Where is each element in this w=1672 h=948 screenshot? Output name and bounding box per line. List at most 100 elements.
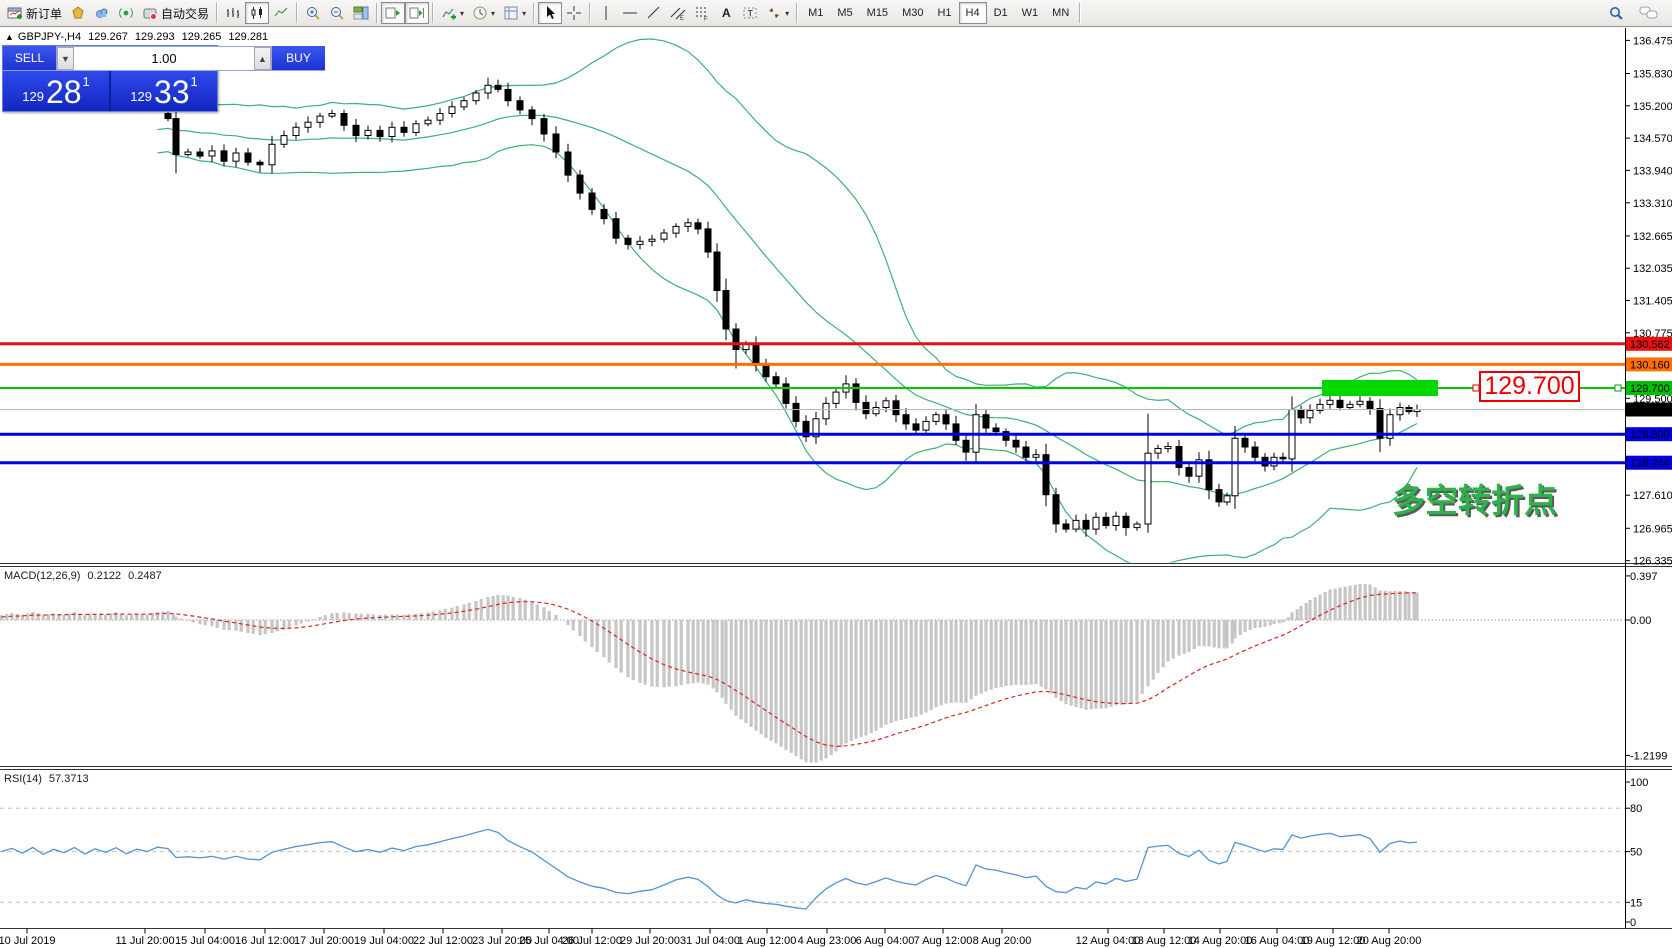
price-badge-label: 128.244 [1630, 458, 1670, 470]
rsi-value: 57.3713 [49, 773, 89, 785]
cursor-icon [542, 5, 558, 21]
fibonacci-button[interactable]: F [690, 2, 714, 24]
macd-scale-label: 0.00 [1630, 615, 1651, 627]
price-badge-label: 130.562 [1630, 339, 1670, 351]
line-anchor-marker[interactable] [1615, 385, 1621, 391]
zoom-in-icon [305, 5, 321, 21]
cursor-button[interactable] [538, 2, 562, 24]
crosshair-button[interactable] [562, 2, 586, 24]
channel-button[interactable]: E [666, 2, 690, 24]
signals-button[interactable] [114, 2, 138, 24]
search-button[interactable] [1603, 2, 1629, 24]
autotrading-button[interactable]: 自动交易 [138, 2, 213, 24]
timeframe-D1[interactable]: D1 [987, 2, 1015, 24]
timeframe-H4[interactable]: H4 [959, 2, 987, 24]
time-axis-label: 7 Aug 12:00 [914, 935, 973, 947]
sell-button[interactable]: SELL [3, 46, 56, 71]
price-axis-label: 133.310 [1633, 198, 1672, 210]
new-order-button[interactable]: 新订单 [3, 2, 66, 24]
symbol-info-line: ▲GBPJPY-,H4129.267129.293129.265129.281 [5, 31, 275, 43]
rsi-scale-label: 50 [1630, 847, 1642, 859]
price-badge-label: 129.281 [1630, 405, 1670, 417]
horizontal-line-button[interactable] [618, 2, 642, 24]
price-badge-label: 129.700 [1630, 383, 1670, 395]
templates-button[interactable]: ▾ [499, 2, 530, 24]
timeframe-MN[interactable]: MN [1045, 2, 1076, 24]
price-badge-label: 130.160 [1630, 359, 1670, 371]
sell-price[interactable]: 129281 [3, 71, 109, 111]
chart-shift-button[interactable] [405, 2, 429, 24]
ohlc-close: 129.281 [228, 31, 268, 43]
time-axis-label: 15 Jul 04:00 [175, 935, 235, 947]
one-click-trading-panel: SELL ▼ ▲ BUY 129281 129331 [2, 45, 218, 112]
volume-decrease-button[interactable]: ▼ [57, 47, 74, 70]
indicators-button[interactable]: ▾ [437, 2, 468, 24]
time-axis-label: 22 Jul 12:00 [413, 935, 473, 947]
dropdown-caret: ▾ [785, 9, 789, 18]
green-zone-rectangle[interactable] [1322, 380, 1438, 396]
time-axis-label: 11 Jul 20:00 [115, 935, 174, 947]
macd-scale-label: 0.397 [1630, 571, 1658, 583]
text-icon: A [718, 5, 734, 21]
timeframe-H1[interactable]: H1 [930, 2, 958, 24]
volume-input[interactable] [74, 47, 254, 70]
vertical-line-button[interactable] [594, 2, 618, 24]
bar-chart-button[interactable] [221, 2, 245, 24]
buy-button[interactable]: BUY [272, 46, 325, 71]
text-label-button[interactable]: T [738, 2, 762, 24]
price-axis-label: 127.610 [1633, 490, 1672, 502]
trendline-button[interactable] [642, 2, 666, 24]
timeframe-M5[interactable]: M5 [830, 2, 859, 24]
tile-windows-button[interactable] [349, 2, 373, 24]
autotrading-icon [142, 5, 158, 21]
chinese-annotation-text[interactable]: 多空转折点 [1392, 474, 1557, 522]
price-axis[interactable]: 136.475135.830135.200134.570133.940133.3… [1625, 35, 1672, 929]
rsi-scale-label: 0 [1630, 917, 1636, 929]
chat-button[interactable] [1635, 2, 1663, 24]
auto-scroll-button[interactable] [381, 2, 405, 24]
gold-icon [70, 5, 86, 21]
chat-icon [1639, 5, 1659, 21]
zoom-out-button[interactable] [325, 2, 349, 24]
symbol-name: GBPJPY-,H4 [18, 31, 81, 43]
buy-price[interactable]: 129331 [111, 71, 217, 111]
cloud-icon [94, 5, 110, 21]
text-button[interactable]: A [714, 2, 738, 24]
toolbar-separator [589, 3, 591, 23]
periods-button[interactable]: ▾ [468, 2, 499, 24]
rsi-indicator-label: RSI(14) 57.3713 [4, 773, 96, 785]
clock-icon [472, 5, 488, 21]
community-button[interactable] [90, 2, 114, 24]
rsi-scale-label: 80 [1630, 803, 1642, 815]
macd-panel[interactable] [0, 584, 1625, 763]
rsi-scale-label: 100 [1630, 777, 1648, 789]
rsi-name: RSI(14) [4, 773, 42, 785]
rsi-panel[interactable] [0, 808, 1625, 909]
rsi-scale-label: 15 [1630, 897, 1642, 909]
dropdown-caret: ▾ [522, 9, 526, 18]
new-order-icon [7, 5, 23, 21]
price-level-callout[interactable]: 129.700 [1479, 371, 1580, 402]
timeframe-M1[interactable]: M1 [801, 2, 830, 24]
time-axis[interactable]: 10 Jul 201911 Jul 20:0015 Jul 04:0016 Ju… [0, 929, 1421, 948]
macd-histogram [2, 584, 1417, 763]
volume-increase-button[interactable]: ▲ [254, 47, 271, 70]
timeframe-M15[interactable]: M15 [860, 2, 895, 24]
main-chart-area[interactable] [0, 39, 1625, 565]
market-watch-button[interactable] [66, 2, 90, 24]
arrows-button[interactable]: ▾ [762, 2, 793, 24]
timeframe-W1[interactable]: W1 [1015, 2, 1046, 24]
collapse-arrow-icon[interactable]: ▲ [5, 32, 14, 42]
time-axis-label: 4 Aug 23:00 [798, 935, 857, 947]
time-axis-label: 1 Aug 12:00 [738, 935, 797, 947]
toolbar-separator [796, 3, 798, 23]
sell-price-sup: 1 [83, 74, 90, 89]
candlestick-chart-button[interactable] [245, 2, 269, 24]
zoom-in-button[interactable] [301, 2, 325, 24]
price-axis-label: 126.335 [1633, 556, 1672, 568]
buy-price-big: 33 [154, 75, 190, 109]
time-axis-label: 6 Aug 04:00 [856, 935, 915, 947]
line-chart-button[interactable] [269, 2, 293, 24]
timeframe-M30[interactable]: M30 [895, 2, 930, 24]
toolbar-separator [1079, 3, 1081, 23]
